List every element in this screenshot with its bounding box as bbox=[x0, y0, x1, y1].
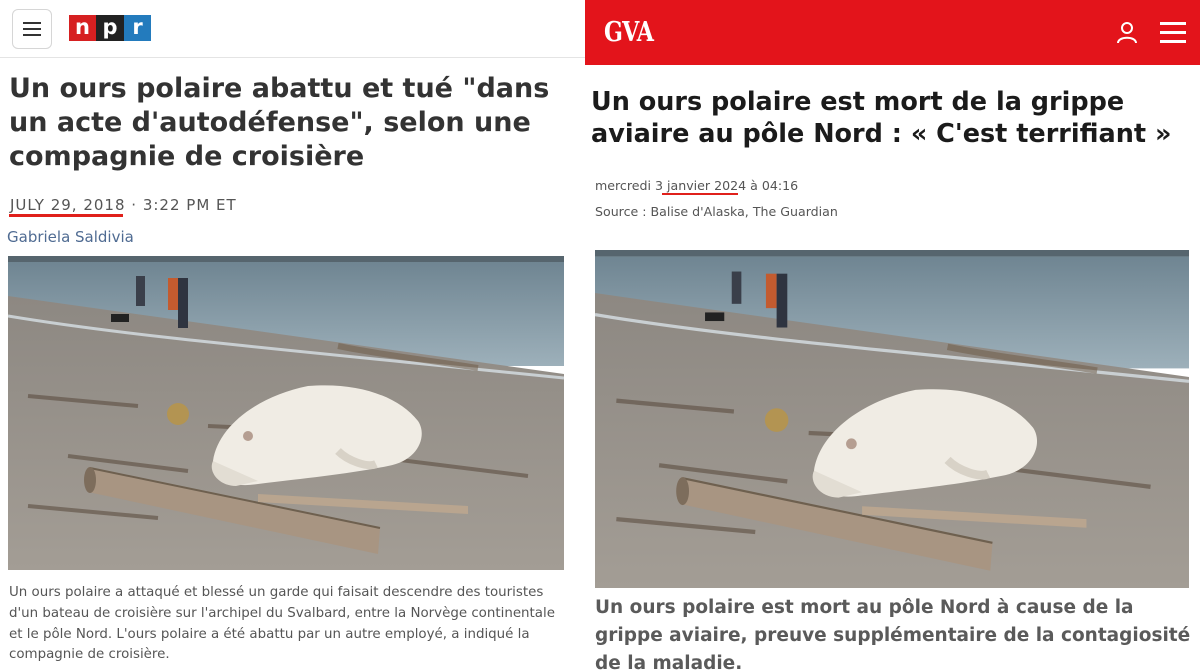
npr-logo-letter-n: n bbox=[69, 15, 96, 41]
gva-headline: Un ours polaire est mort de la grippe av… bbox=[591, 87, 1172, 149]
gva-photo bbox=[595, 250, 1189, 588]
gva-date-annotation-underline bbox=[662, 193, 738, 195]
npr-logo[interactable]: n p r bbox=[69, 15, 151, 41]
hamburger-icon bbox=[23, 22, 41, 36]
gva-subheadline: Un ours polaire est mort au pôle Nord à … bbox=[595, 597, 1191, 670]
gva-weekday: mercredi bbox=[595, 178, 651, 193]
npr-logo-letter-r: r bbox=[124, 15, 151, 41]
polar-bear-photo bbox=[595, 250, 1189, 588]
gva-time: à 04:16 bbox=[750, 178, 799, 193]
gva-date: 3 janvier 2024 bbox=[655, 178, 747, 193]
npr-time: · 3:22 PM ET bbox=[131, 196, 237, 214]
npr-menu-button[interactable] bbox=[12, 9, 52, 49]
user-icon[interactable] bbox=[1115, 20, 1139, 44]
gva-article-panel: GVA Un ours polaire est mort de la gripp… bbox=[585, 0, 1200, 670]
gva-dateline: mercredi 3 janvier 2024 à 04:16 bbox=[595, 178, 798, 193]
npr-author-link[interactable]: Gabriela Saldivia bbox=[7, 228, 134, 246]
npr-header: n p r bbox=[0, 0, 585, 58]
hamburger-icon[interactable] bbox=[1160, 22, 1186, 44]
npr-photo-caption: Un ours polaire a attaqué et blessé un g… bbox=[9, 585, 555, 663]
npr-dateline: JULY 29, 2018 · 3:22 PM ET bbox=[10, 196, 237, 214]
npr-headline: Un ours polaire abattu et tué "dans un a… bbox=[9, 73, 550, 172]
gva-header: GVA bbox=[585, 0, 1200, 65]
npr-date-annotation-underline bbox=[9, 214, 123, 217]
npr-date: JULY 29, 2018 bbox=[10, 196, 126, 214]
gva-source: Source : Balise d'Alaska, The Guardian bbox=[595, 204, 838, 219]
npr-photo bbox=[8, 256, 564, 570]
npr-article-panel: n p r Un ours polaire abattu et tué "dan… bbox=[0, 0, 585, 670]
npr-logo-letter-p: p bbox=[96, 15, 124, 41]
gva-logo[interactable]: GVA bbox=[604, 17, 654, 48]
polar-bear-photo bbox=[8, 256, 564, 570]
